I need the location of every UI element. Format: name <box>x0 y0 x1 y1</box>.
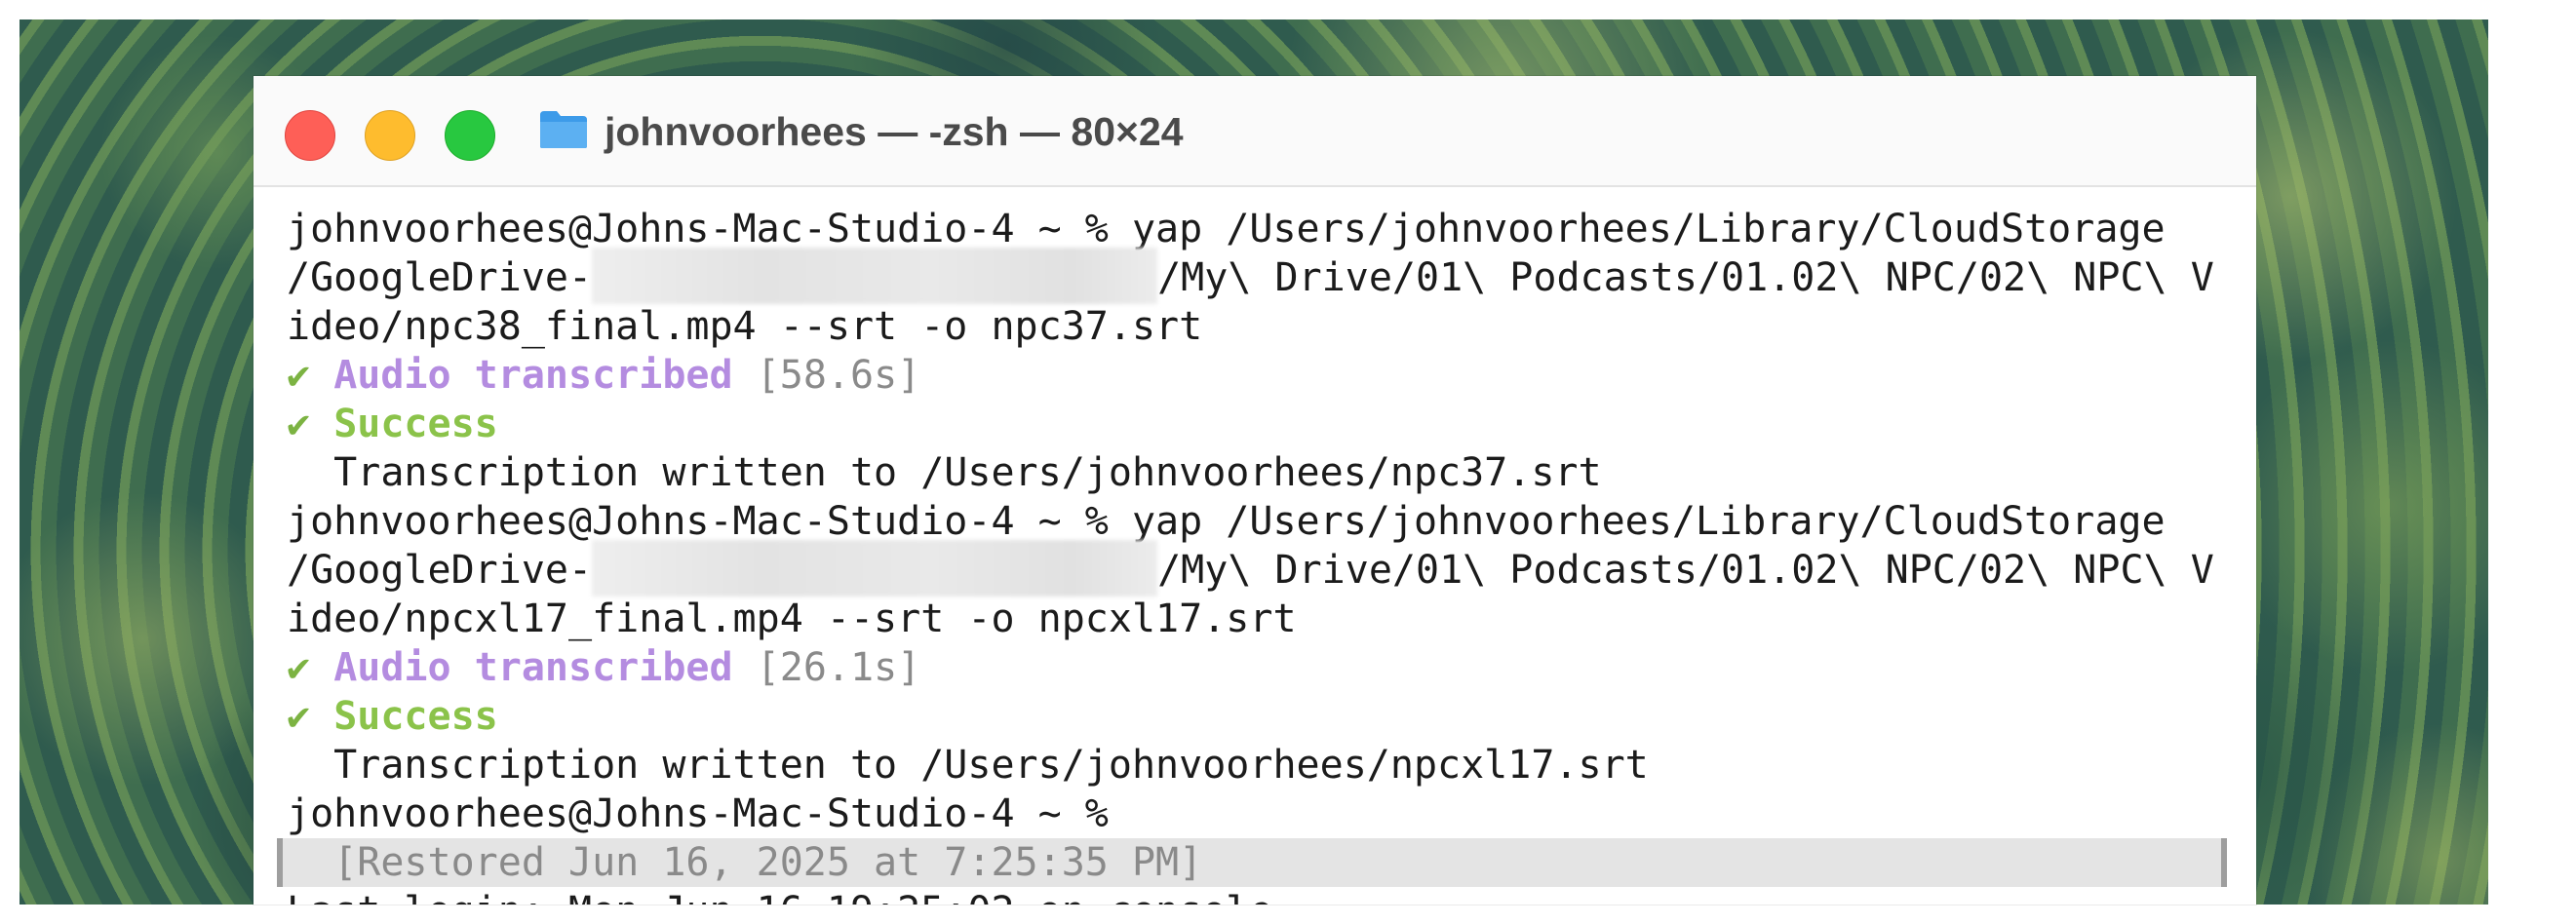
terminal-output[interactable]: johnvoorhees@Johns-Mac-Studio-4 ~ % yap … <box>277 205 2237 905</box>
zoom-button[interactable] <box>445 110 495 161</box>
marker-edge-left <box>277 838 283 887</box>
terminal-line: ✔ Audio transcribed [26.1s] <box>287 643 2237 692</box>
redacted-email <box>592 248 1158 304</box>
duration-value: [58.6s] <box>756 353 921 398</box>
path-suffix: /My\ Drive/01\ Podcasts/01.02\ NPC/02\ N… <box>1157 548 2214 593</box>
terminal-line: ✔ Success <box>287 400 2237 448</box>
terminal-line: ideo/npc38_final.mp4 --srt -o npc37.srt <box>287 304 1203 349</box>
title-bar[interactable]: johnvoorhees — -zsh — 80×24 <box>254 76 2256 187</box>
terminal-line: ✔ Audio transcribed [58.6s] <box>287 351 2237 400</box>
terminal-line: /GoogleDrive- /My\ Drive/01\ Podcasts/01.… <box>287 248 2237 304</box>
path-suffix: /My\ Drive/01\ Podcasts/01.02\ NPC/02\ N… <box>1157 255 2214 300</box>
last-login-line: Last login: Mon Jun 16 19:25:02 on conso… <box>287 887 2237 905</box>
checkmark-icon: ✔ <box>287 645 311 690</box>
success-label: Success <box>333 402 498 446</box>
folder-icon <box>540 111 587 148</box>
restored-text: [Restored Jun 16, 2025 at 7:25:35 PM] <box>287 840 1203 885</box>
checkmark-icon: ✔ <box>287 402 311 446</box>
terminal-window[interactable]: johnvoorhees — -zsh — 80×24 johnvoorhees… <box>254 76 2256 905</box>
minimize-button[interactable] <box>365 110 415 161</box>
window-title: johnvoorhees — -zsh — 80×24 <box>605 109 1184 154</box>
terminal-line: Transcription written to /Users/johnvoor… <box>287 450 1602 495</box>
terminal-line: ✔ Success <box>287 692 2237 741</box>
redacted-email <box>592 540 1158 597</box>
terminal-line: /GoogleDrive- /My\ Drive/01\ Podcasts/01.… <box>287 540 2237 597</box>
terminal-line: johnvoorhees@Johns-Mac-Studio-4 ~ % yap … <box>287 499 2166 544</box>
terminal-line: johnvoorhees@Johns-Mac-Studio-4 ~ % yap … <box>287 207 2166 251</box>
checkmark-icon: ✔ <box>287 353 311 398</box>
path-prefix: /GoogleDrive- <box>287 548 593 593</box>
restored-session-marker: [Restored Jun 16, 2025 at 7:25:35 PM] <box>277 838 2227 887</box>
status-label: Audio transcribed <box>333 353 733 398</box>
marker-edge-right <box>2221 838 2227 887</box>
checkmark-icon: ✔ <box>287 694 311 739</box>
path-prefix: /GoogleDrive- <box>287 255 593 300</box>
close-button[interactable] <box>285 110 335 161</box>
terminal-line: ideo/npcxl17_final.mp4 --srt -o npcxl17.… <box>287 597 1297 641</box>
status-label: Audio transcribed <box>333 645 733 690</box>
success-label: Success <box>333 694 498 739</box>
terminal-line: Transcription written to /Users/johnvoor… <box>287 743 1649 788</box>
duration-value: [26.1s] <box>756 645 921 690</box>
terminal-line: johnvoorhees@Johns-Mac-Studio-4 ~ % <box>287 791 1109 836</box>
